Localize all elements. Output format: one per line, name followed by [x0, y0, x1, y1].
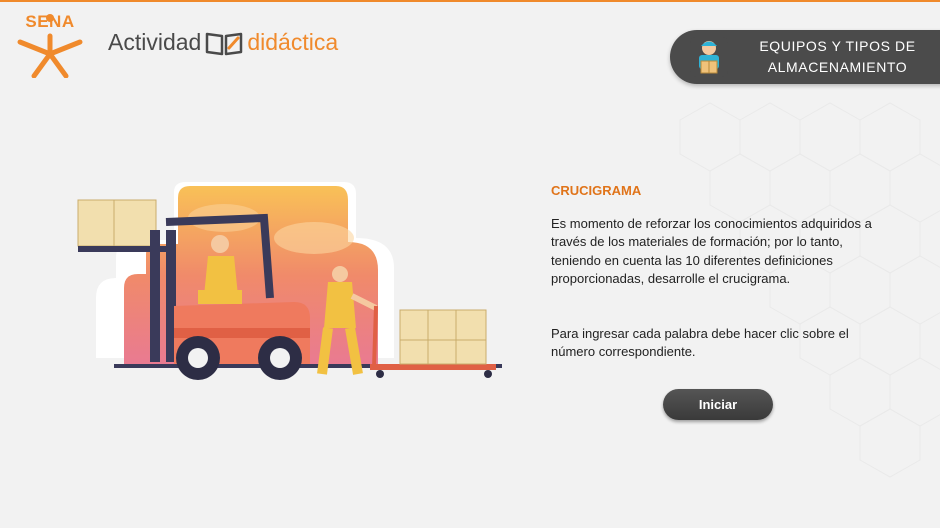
forklift-and-pallet-jack-workers-illustration — [77, 182, 502, 380]
open-book-icon — [206, 32, 243, 55]
worker-with-box-icon — [690, 37, 728, 77]
brand-word-didactica: didáctica — [247, 29, 339, 55]
instructions-paragraph: Es momento de reforzar los conocimientos… — [551, 216, 872, 287]
brand-title: Actividad didáctica — [108, 29, 338, 56]
topic-title-line2: ALMACENAMIENTO — [767, 59, 908, 75]
topic-badge: EQUIPOS Y TIPOS DE ALMACENAMIENTO — [670, 30, 940, 84]
topic-title-line1: EQUIPOS Y TIPOS DE — [759, 38, 916, 54]
topic-title: EQUIPOS Y TIPOS DE ALMACENAMIENTO — [740, 36, 935, 78]
click-instructions-paragraph: Para ingresar cada palabra debe hacer cl… — [551, 326, 849, 360]
start-button[interactable]: Iniciar — [663, 389, 773, 420]
brand-word-actividad: Actividad — [108, 29, 202, 55]
activity-title: CRUCIGRAMA — [551, 183, 642, 198]
sena-logo-mark — [17, 14, 83, 78]
